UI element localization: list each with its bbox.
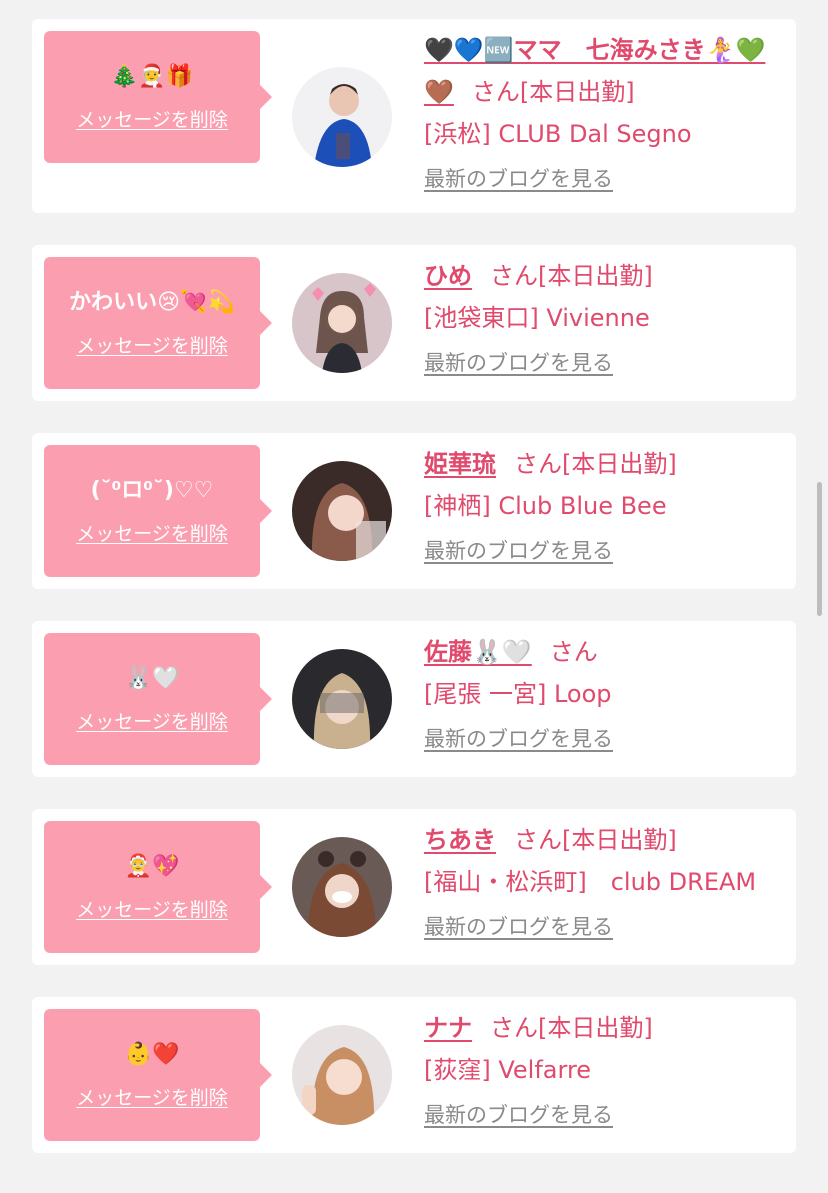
cast-info: ひめ さん[本日出勤] [池袋東口] Vivienne 最新のブログを見る xyxy=(424,255,782,377)
avatar[interactable] xyxy=(292,1025,392,1125)
message-bubble: 🐰🤍 メッセージを削除 xyxy=(44,633,272,765)
avatar[interactable] xyxy=(292,67,392,167)
delete-message-link[interactable]: メッセージを削除 xyxy=(76,331,228,358)
cast-name-line: 佐藤🐰🤍 さん xyxy=(424,631,782,673)
cast-name-line: 🖤💙🆕ママ 七海みさき🧜‍♀️💚🤎 さん[本日出勤] xyxy=(424,29,782,113)
message-bubble: かわいい😢💘💫 メッセージを削除 xyxy=(44,257,272,389)
shop-name: [浜松] CLUB Dal Segno xyxy=(424,120,692,148)
shop-name: [池袋東口] Vivienne xyxy=(424,304,650,332)
message-card: 🤶💖 メッセージを削除 ちあき さん[本日出勤] [福山・松浜町] club DR… xyxy=(32,809,796,965)
delete-message-link[interactable]: メッセージを削除 xyxy=(76,1083,228,1110)
vertical-scrollbar[interactable] xyxy=(817,482,822,616)
cast-status: さん[本日出勤] xyxy=(514,826,677,854)
delete-message-link[interactable]: メッセージを削除 xyxy=(76,707,228,734)
cast-info: ちあき さん[本日出勤] [福山・松浜町] club DREAM 最新のブログを見… xyxy=(424,819,782,941)
cast-name-link[interactable]: ちあき xyxy=(424,826,496,854)
message-card: 👶❤️ メッセージを削除 ナナ さん[本日出勤] [荻窪] Velfarre 最新… xyxy=(32,997,796,1153)
shop-name: [尾張 一宮] Loop xyxy=(424,680,612,708)
shop-name: [神栖] Club Blue Bee xyxy=(424,492,667,520)
message-card: 🐰🤍 メッセージを削除 佐藤🐰🤍 さん [尾張 一宮] Loop 最新のブログを見… xyxy=(32,621,796,777)
cast-info: 佐藤🐰🤍 さん [尾張 一宮] Loop 最新のブログを見る xyxy=(424,631,782,753)
shop-name: [福山・松浜町] club DREAM xyxy=(424,868,757,896)
cast-name-link[interactable]: ナナ xyxy=(424,1014,472,1042)
message-bubble: 👶❤️ メッセージを削除 xyxy=(44,1009,272,1141)
message-card: かわいい😢💘💫 メッセージを削除 ひめ さん[本日出勤] [池袋東口] Vivie… xyxy=(32,245,796,401)
view-latest-blog-link[interactable]: 最新のブログを見る xyxy=(424,535,613,565)
cast-name-line: ナナ さん[本日出勤] xyxy=(424,1007,782,1049)
cast-name-line: ひめ さん[本日出勤] xyxy=(424,255,782,297)
cast-info: 姫華琉 さん[本日出勤] [神栖] Club Blue Bee 最新のブログを見る xyxy=(424,443,782,565)
message-text: (˘⁰ロ⁰˘)♡♡ xyxy=(90,477,214,503)
cast-status: さん[本日出勤] xyxy=(471,78,635,106)
view-latest-blog-link[interactable]: 最新のブログを見る xyxy=(424,163,613,193)
avatar[interactable] xyxy=(292,461,392,561)
view-latest-blog-link[interactable]: 最新のブログを見る xyxy=(424,347,613,377)
message-text: かわいい😢💘💫 xyxy=(69,289,235,315)
cast-status: さん[本日出勤] xyxy=(490,1014,653,1042)
message-card: 🎄🧑‍🎄🎁 メッセージを削除 🖤💙🆕ママ 七海みさき🧜‍♀️💚🤎 さん[本日出勤]… xyxy=(32,19,796,213)
cast-name-link[interactable]: 姫華琉 xyxy=(424,450,496,478)
message-bubble: 🎄🧑‍🎄🎁 メッセージを削除 xyxy=(44,31,272,163)
cast-status: さん xyxy=(549,638,598,666)
cast-name-link[interactable]: ひめ xyxy=(424,262,472,290)
view-latest-blog-link[interactable]: 最新のブログを見る xyxy=(424,723,613,753)
cast-name-line: ちあき さん[本日出勤] xyxy=(424,819,782,861)
avatar[interactable] xyxy=(292,649,392,749)
delete-message-link[interactable]: メッセージを削除 xyxy=(76,895,228,922)
avatar[interactable] xyxy=(292,837,392,937)
cast-status: さん[本日出勤] xyxy=(490,262,653,290)
message-card: (˘⁰ロ⁰˘)♡♡ メッセージを削除 姫華琉 さん[本日出勤] [神栖] Club… xyxy=(32,433,796,589)
cast-status: さん[本日出勤] xyxy=(514,450,677,478)
shop-name: [荻窪] Velfarre xyxy=(424,1056,592,1084)
message-bubble: (˘⁰ロ⁰˘)♡♡ メッセージを削除 xyxy=(44,445,272,577)
cast-name-link[interactable]: 佐藤🐰🤍 xyxy=(424,638,532,666)
delete-message-link[interactable]: メッセージを削除 xyxy=(76,105,228,132)
message-text: 👶❤️ xyxy=(124,1041,180,1067)
message-text: 🎄🧑‍🎄🎁 xyxy=(110,63,194,89)
view-latest-blog-link[interactable]: 最新のブログを見る xyxy=(424,911,613,941)
cast-name-line: 姫華琉 さん[本日出勤] xyxy=(424,443,782,485)
message-text: 🐰🤍 xyxy=(124,665,180,691)
message-text: 🤶💖 xyxy=(124,853,180,879)
cast-info: ナナ さん[本日出勤] [荻窪] Velfarre 最新のブログを見る xyxy=(424,1007,782,1129)
delete-message-link[interactable]: メッセージを削除 xyxy=(76,519,228,546)
view-latest-blog-link[interactable]: 最新のブログを見る xyxy=(424,1099,613,1129)
message-bubble: 🤶💖 メッセージを削除 xyxy=(44,821,272,953)
avatar[interactable] xyxy=(292,273,392,373)
cast-info: 🖤💙🆕ママ 七海みさき🧜‍♀️💚🤎 さん[本日出勤] [浜松] CLUB Dal … xyxy=(424,29,782,193)
